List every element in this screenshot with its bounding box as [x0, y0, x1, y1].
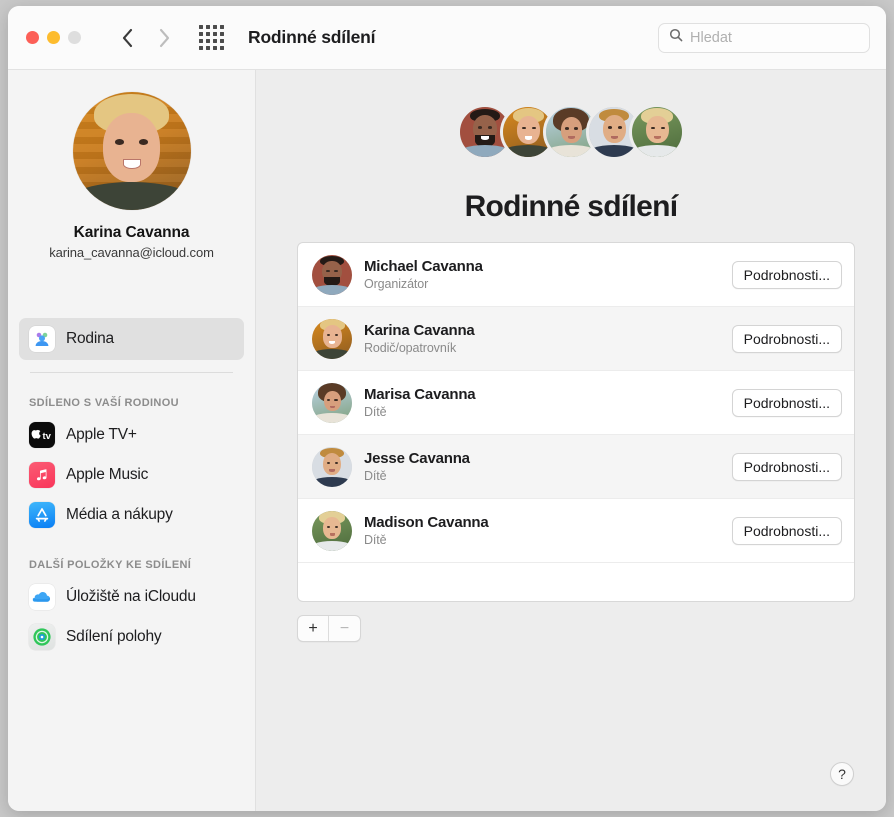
- system-preferences-window: Rodinné sdílení: [8, 6, 886, 811]
- apple-tv-icon: tv: [29, 422, 55, 448]
- content-area: Rodinné sdílení Micha: [256, 70, 886, 811]
- add-remove-segmented-control: + −: [297, 615, 361, 642]
- sidebar-item-apple-tv[interactable]: tv Apple TV+: [19, 415, 244, 455]
- family-members-list: Michael Cavanna Organizátor Podrobnosti.…: [297, 242, 855, 602]
- sidebar-group-other: Úložiště na iCloudu Sdílení polohy: [8, 577, 255, 657]
- window-title: Rodinné sdílení: [248, 27, 375, 48]
- app-store-icon: [29, 502, 55, 528]
- icloud-icon: [29, 584, 55, 610]
- details-button[interactable]: Podrobnosti...: [732, 389, 842, 417]
- member-avatar: [312, 319, 352, 359]
- member-role: Dítě: [364, 405, 720, 419]
- remove-member-button: −: [329, 616, 360, 641]
- sidebar-item-label: Apple Music: [66, 466, 148, 484]
- profile-name: Karina Cavanna: [22, 224, 241, 242]
- member-name: Madison Cavanna: [364, 514, 720, 531]
- details-button[interactable]: Podrobnosti...: [732, 517, 842, 545]
- help-button[interactable]: ?: [830, 762, 854, 786]
- sidebar-item-label: Média a nákupy: [66, 506, 173, 524]
- search-input[interactable]: [690, 30, 859, 46]
- minimize-button[interactable]: [47, 31, 60, 44]
- zoom-button: [68, 31, 81, 44]
- svg-text:tv: tv: [43, 431, 52, 442]
- sidebar-item-label: Úložiště na iCloudu: [66, 588, 196, 606]
- sidebar-group-title-other: DALŠÍ POLOŽKY KE SDÍLENÍ: [8, 559, 255, 571]
- table-row[interactable]: Michael Cavanna Organizátor Podrobnosti.…: [298, 243, 854, 307]
- sidebar: Karina Cavanna karina_cavanna@icloud.com…: [8, 70, 256, 811]
- member-name: Karina Cavanna: [364, 322, 720, 339]
- forward-chevron-icon: [157, 27, 171, 49]
- table-row[interactable]: Karina Cavanna Rodič/opatrovník Podrobno…: [298, 307, 854, 371]
- sidebar-item-apple-music[interactable]: Apple Music: [19, 455, 244, 495]
- search-icon: [669, 28, 683, 47]
- traffic-lights: [26, 31, 81, 44]
- member-role: Organizátor: [364, 277, 720, 291]
- member-role: Dítě: [364, 469, 720, 483]
- member-name: Michael Cavanna: [364, 258, 720, 275]
- family-avatar-cluster: [457, 104, 685, 160]
- close-button[interactable]: [26, 31, 39, 44]
- member-avatar: [312, 447, 352, 487]
- member-name: Marisa Cavanna: [364, 386, 720, 403]
- back-chevron-icon[interactable]: [121, 27, 135, 49]
- page-title: Rodinné sdílení: [256, 190, 886, 224]
- details-button[interactable]: Podrobnosti...: [732, 325, 842, 353]
- sidebar-item-rodina[interactable]: Rodina: [19, 318, 244, 360]
- sidebar-group-shared: tv Apple TV+ Apple Music: [8, 415, 255, 535]
- member-name: Jesse Cavanna: [364, 450, 720, 467]
- titlebar: Rodinné sdílení: [8, 6, 886, 70]
- sidebar-divider: [30, 372, 233, 373]
- sidebar-group-title-shared: SDÍLENO S VAŠÍ RODINOU: [8, 397, 255, 409]
- sidebar-primary-nav: Rodina: [8, 318, 255, 360]
- member-avatar: [312, 383, 352, 423]
- find-my-icon: [29, 624, 55, 650]
- profile-email: karina_cavanna@icloud.com: [22, 245, 241, 260]
- navigation-buttons: [121, 27, 171, 49]
- table-row[interactable]: Marisa Cavanna Dítě Podrobnosti...: [298, 371, 854, 435]
- sidebar-item-location-sharing[interactable]: Sdílení polohy: [19, 617, 244, 657]
- apple-music-icon: [29, 462, 55, 488]
- profile-section: Karina Cavanna karina_cavanna@icloud.com: [8, 92, 255, 260]
- grid-view-icon[interactable]: [199, 25, 224, 50]
- sidebar-item-icloud-storage[interactable]: Úložiště na iCloudu: [19, 577, 244, 617]
- member-avatar: [312, 255, 352, 295]
- member-avatar: [312, 511, 352, 551]
- profile-avatar[interactable]: [73, 92, 191, 210]
- sidebar-item-media-a-nakupy[interactable]: Média a nákupy: [19, 495, 244, 535]
- member-role: Rodič/opatrovník: [364, 341, 720, 355]
- member-role: Dítě: [364, 533, 720, 547]
- sidebar-item-label: Sdílení polohy: [66, 628, 161, 646]
- table-row[interactable]: Jesse Cavanna Dítě Podrobnosti...: [298, 435, 854, 499]
- details-button[interactable]: Podrobnosti...: [732, 453, 842, 481]
- details-button[interactable]: Podrobnosti...: [732, 261, 842, 289]
- family-icon: [29, 326, 55, 352]
- search-field[interactable]: [658, 23, 870, 53]
- sidebar-item-label: Rodina: [66, 330, 114, 348]
- table-row[interactable]: Madison Cavanna Dítě Podrobnosti...: [298, 499, 854, 563]
- sidebar-item-label: Apple TV+: [66, 426, 137, 444]
- add-member-button[interactable]: +: [298, 616, 329, 641]
- cluster-avatar-madison: [629, 104, 685, 160]
